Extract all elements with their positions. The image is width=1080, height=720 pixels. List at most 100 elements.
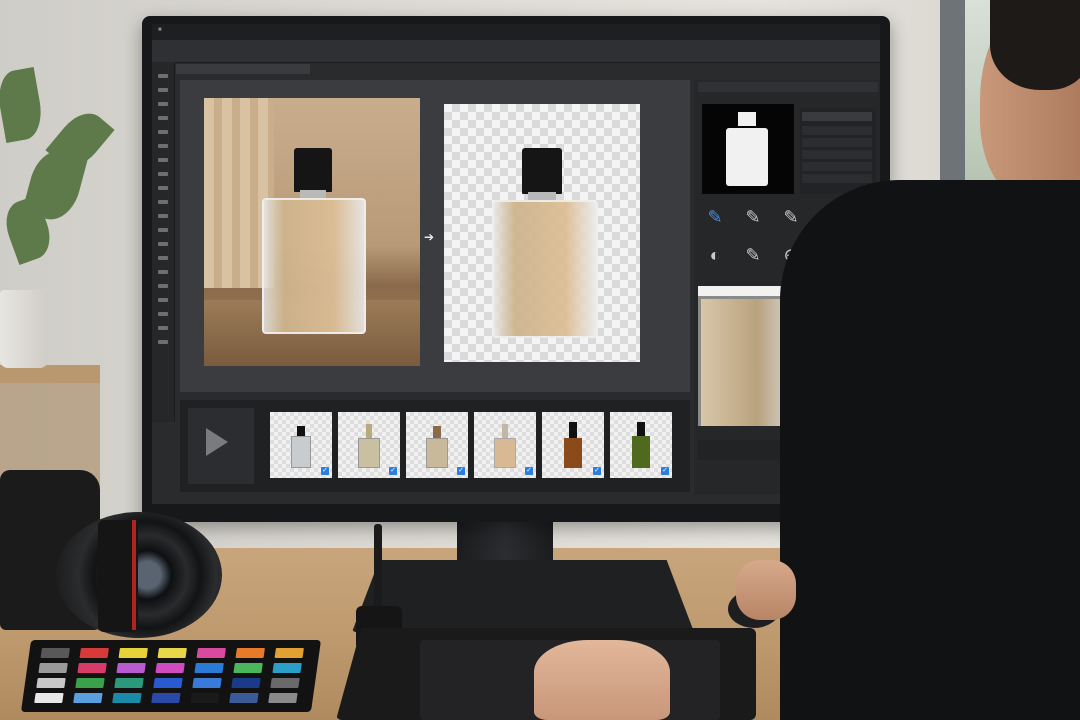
hand-tool-icon[interactable] — [158, 326, 168, 330]
thumbnail[interactable]: ✓ — [406, 412, 468, 478]
arrow-right-icon: ➔ — [424, 230, 435, 244]
layer-row[interactable] — [802, 174, 872, 183]
stamp-tool-icon[interactable] — [158, 186, 168, 190]
thumb-cap — [366, 424, 372, 438]
perfume-bottle — [492, 200, 598, 338]
color-swatch — [75, 678, 105, 688]
color-swatch — [73, 693, 103, 703]
thumbnail[interactable]: ✓ — [610, 412, 672, 478]
perfume-bottle — [262, 198, 366, 334]
thumb-bottle — [632, 436, 650, 468]
color-swatch — [190, 693, 220, 703]
bottle-cap — [522, 148, 562, 194]
pen-tool-icon[interactable] — [158, 270, 168, 274]
eraser-tool-icon[interactable] — [158, 214, 168, 218]
color-swatch — [77, 663, 107, 673]
thumbnail[interactable]: ✓ — [270, 412, 332, 478]
type-tool-icon[interactable] — [158, 284, 168, 288]
plant-pot — [0, 290, 48, 368]
color-swatch — [38, 663, 68, 673]
color-swatch — [118, 648, 148, 658]
color-swatch — [79, 648, 109, 658]
blur-tool-icon[interactable] — [158, 242, 168, 246]
document-tab[interactable] — [176, 64, 310, 74]
color-swatch — [274, 648, 304, 658]
bottle-cap — [294, 148, 332, 192]
brush-icon[interactable]: ✎ — [740, 242, 766, 268]
thumb-bottle — [426, 438, 448, 468]
history-tool-icon[interactable] — [158, 200, 168, 204]
select-tool-icon[interactable] — [158, 116, 168, 120]
checkbox-icon[interactable]: ✓ — [457, 467, 465, 475]
dodge-tool-icon[interactable] — [158, 256, 168, 260]
color-swatch — [114, 678, 144, 688]
color-checker-card — [20, 640, 322, 712]
layer-list — [800, 108, 876, 194]
color-swatch — [155, 663, 185, 673]
mask-bottle — [726, 128, 768, 186]
color-swatch — [272, 663, 302, 673]
panel-tabs[interactable] — [698, 82, 878, 92]
eyedropper-icon[interactable]: ✎ — [778, 204, 804, 230]
thumb-bottle — [358, 438, 380, 468]
thumb-bottle — [291, 436, 311, 468]
thumb-cap — [502, 424, 508, 438]
color-swatch — [196, 648, 226, 658]
stylus-pen — [374, 524, 382, 614]
thumb-cap — [569, 422, 577, 438]
color-swatch — [157, 648, 187, 658]
color-swatch — [40, 648, 70, 658]
brush-icon[interactable]: ✎ — [702, 204, 728, 230]
checkbox-icon[interactable]: ✓ — [525, 467, 533, 475]
person-hair — [990, 0, 1080, 90]
layer-row[interactable] — [802, 126, 872, 135]
checkbox-icon[interactable]: ✓ — [661, 467, 669, 475]
monitor-stand-base — [352, 560, 694, 632]
color-swatch — [151, 693, 181, 703]
person-body — [780, 180, 1080, 720]
color-swatch — [34, 693, 64, 703]
move-tool-icon[interactable] — [158, 74, 168, 78]
healing-tool-icon[interactable] — [158, 158, 168, 162]
color-swatch — [192, 678, 222, 688]
color-swatch — [231, 678, 261, 688]
marquee-tool-icon[interactable] — [158, 88, 168, 92]
hand-tool-icon[interactable]: ◐ — [702, 242, 728, 268]
shape-tool-icon[interactable] — [158, 312, 168, 316]
bottle-neck — [528, 192, 556, 200]
thumbnail[interactable]: ✓ — [474, 412, 536, 478]
layer-mask-thumbnail[interactable] — [702, 104, 794, 194]
zoom-tool-icon[interactable] — [158, 340, 168, 344]
crop-tool-icon[interactable] — [158, 130, 168, 134]
checkbox-icon[interactable]: ✓ — [321, 467, 329, 475]
layer-row[interactable] — [802, 138, 872, 147]
app-logo-icon[interactable]: ■ — [158, 27, 162, 33]
brush-tool-icon[interactable] — [158, 172, 168, 176]
color-swatch — [112, 693, 142, 703]
thumb-cap — [297, 426, 305, 436]
color-swatch — [233, 663, 263, 673]
color-swatch — [116, 663, 146, 673]
layer-row[interactable] — [802, 112, 872, 121]
lasso-tool-icon[interactable] — [158, 102, 168, 106]
lens-red-ring — [132, 520, 136, 630]
hand-on-tablet — [534, 640, 670, 720]
checkbox-icon[interactable]: ✓ — [389, 467, 397, 475]
thumb-bottle — [494, 438, 516, 468]
checkbox-icon[interactable]: ✓ — [593, 467, 601, 475]
hand-on-mouse — [736, 560, 796, 620]
color-swatch — [268, 693, 298, 703]
gradient-tool-icon[interactable] — [158, 228, 168, 232]
screen: ■ ➔ ✎ ✎ ✎ ◐ ✎ ✓ ✓ ✓ ✓ ✓ ✓ — [152, 24, 880, 504]
thumb-bottle — [564, 438, 582, 468]
eyedropper-tool-icon[interactable] — [158, 144, 168, 148]
thumbnail[interactable]: ✓ — [338, 412, 400, 478]
play-icon[interactable] — [206, 428, 228, 456]
camera-lens — [56, 512, 222, 638]
thumbnail[interactable]: ✓ — [542, 412, 604, 478]
color-swatch — [270, 678, 300, 688]
layer-row[interactable] — [802, 162, 872, 171]
brush-icon[interactable]: ✎ — [740, 204, 766, 230]
layer-row[interactable] — [802, 150, 872, 159]
path-tool-icon[interactable] — [158, 298, 168, 302]
